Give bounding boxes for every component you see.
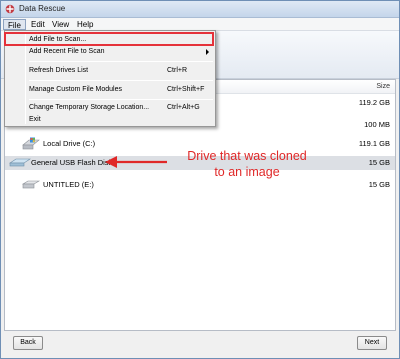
next-button[interactable]: Next — [357, 336, 387, 350]
back-button[interactable]: Back — [13, 336, 43, 350]
menu-item-add-file-to-scan[interactable]: Add File to Scan... — [7, 35, 213, 46]
menu-item-change-storage[interactable]: Change Temporary Storage Location... Ctr… — [7, 103, 213, 114]
menu-item-label: Refresh Drives List — [29, 67, 89, 74]
menu-item-label: Add File to Scan... — [29, 36, 87, 43]
submenu-arrow-icon — [206, 49, 209, 55]
menu-item-refresh-drives[interactable]: Refresh Drives List Ctrl+R — [7, 66, 213, 77]
menu-item-label: Exit — [29, 116, 41, 123]
windows-drive-icon — [22, 137, 40, 150]
annotation-line-2: to an image — [214, 165, 280, 179]
window-title: Data Rescue — [19, 4, 66, 13]
menu-item-label: Add Recent File to Scan — [29, 48, 105, 55]
drive-size: 15 GB — [368, 180, 390, 189]
drive-size: 15 GB — [368, 158, 390, 167]
menu-item-add-recent-file[interactable]: Add Recent File to Scan — [7, 47, 213, 58]
title-bar: Data Rescue — [1, 1, 399, 18]
menu-item-shortcut: Ctrl+R — [167, 67, 188, 74]
data-rescue-logo-icon — [5, 4, 15, 14]
menu-item-label: Change Temporary Storage Location... — [29, 104, 150, 111]
size-column-header[interactable]: Size — [376, 83, 390, 90]
menu-item-manage-modules[interactable]: Manage Custom File Modules Ctrl+Shift+F — [7, 85, 213, 96]
app-window: Data Rescue File Edit View Help Size 119… — [0, 0, 400, 359]
usb-drive-icon — [9, 158, 31, 167]
drive-size: 119.1 GB — [358, 139, 390, 148]
menu-item-shortcut: Ctrl+Alt+G — [167, 104, 200, 111]
drive-name: General USB Flash Disk — [31, 158, 113, 167]
drive-name: UNTITLED (E:) — [43, 180, 94, 189]
drive-name: Local Drive (C:) — [43, 139, 96, 148]
menu-help[interactable]: Help — [73, 19, 97, 30]
menu-separator — [29, 80, 213, 81]
external-drive-icon — [21, 180, 41, 189]
drive-size: 119.2 GB — [358, 98, 390, 107]
menu-view[interactable]: View — [48, 19, 73, 30]
menu-separator — [29, 99, 213, 100]
menu-item-shortcut: Ctrl+Shift+F — [167, 86, 205, 93]
drive-size: 100 MB — [364, 120, 390, 129]
menu-separator — [29, 61, 213, 62]
menu-item-label: Manage Custom File Modules — [29, 86, 122, 93]
menu-edit[interactable]: Edit — [27, 19, 49, 30]
file-menu-dropdown: Add File to Scan... Add Recent File to S… — [4, 30, 216, 127]
annotation-line-1: Drive that was cloned — [187, 149, 307, 163]
annotation-text: Drive that was cloned to an image — [172, 148, 322, 180]
menu-file[interactable]: File — [3, 19, 26, 30]
menu-item-exit[interactable]: Exit — [7, 115, 213, 126]
drive-row[interactable]: UNTITLED (E:) 15 GB — [5, 178, 395, 192]
